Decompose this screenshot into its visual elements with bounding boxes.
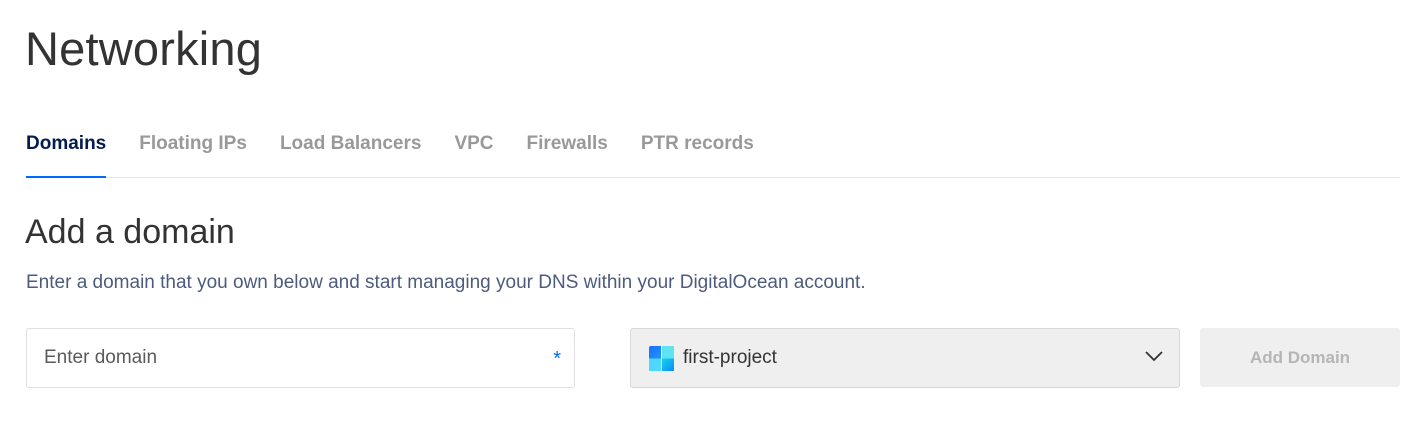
- tab-domains[interactable]: Domains: [26, 129, 107, 178]
- domain-field: *: [26, 328, 575, 388]
- page-title: Networking: [25, 22, 263, 75]
- networking-tabs: Domains Floating IPs Load Balancers VPC …: [26, 129, 1400, 178]
- required-marker: *: [553, 348, 561, 370]
- add-domain-description: Enter a domain that you own below and st…: [26, 272, 866, 293]
- tab-ptr-records[interactable]: PTR records: [641, 129, 754, 177]
- tab-firewalls[interactable]: Firewalls: [527, 129, 608, 177]
- add-domain-heading: Add a domain: [25, 213, 235, 251]
- project-select[interactable]: first-project: [630, 328, 1180, 388]
- chevron-down-icon: [1145, 351, 1163, 362]
- tab-vpc[interactable]: VPC: [454, 129, 493, 177]
- domain-input[interactable]: [44, 329, 544, 387]
- project-icon: [649, 346, 674, 371]
- tab-floating-ips[interactable]: Floating IPs: [139, 129, 247, 177]
- project-select-value: first-project: [683, 347, 777, 368]
- tab-load-balancers[interactable]: Load Balancers: [280, 129, 422, 177]
- add-domain-button[interactable]: Add Domain: [1200, 328, 1400, 387]
